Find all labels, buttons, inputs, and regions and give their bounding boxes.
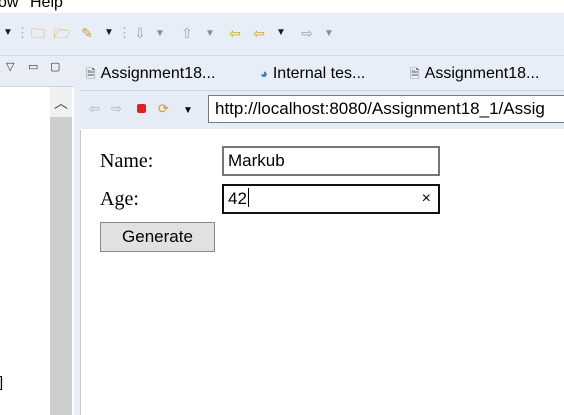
scroll-up-icon[interactable]: ︿ — [50, 87, 72, 117]
chevron-down-icon[interactable]: ▼ — [275, 25, 287, 41]
prev-annotation-icon[interactable]: ⇧ — [178, 25, 196, 41]
chevron-down-icon[interactable]: ▼ — [323, 26, 335, 42]
pin-icon[interactable]: ✎ — [78, 25, 96, 41]
maximize-icon[interactable]: ▢ — [50, 60, 60, 73]
generate-button[interactable]: Generate — [100, 222, 215, 252]
chevron-down-icon[interactable]: ▼ — [183, 103, 193, 119]
text-cursor — [247, 188, 249, 207]
age-value: 42 — [228, 189, 247, 208]
refresh-icon[interactable]: ⟳ — [158, 101, 169, 117]
tab-label: Internal tes... — [272, 65, 366, 82]
back-icon[interactable]: ⇦ — [89, 101, 100, 117]
globe-icon: ◕ — [260, 66, 268, 81]
url-field[interactable]: http://localhost:8080/Assignment18_1/Ass… — [208, 95, 564, 123]
chevron-down-icon[interactable]: ▼ — [2, 25, 14, 41]
menu-bar: ow Help — [0, 0, 564, 13]
tab-assignment18-file[interactable]: 🗎 Assignment18... — [410, 64, 539, 84]
view-menu-icon[interactable]: ▽ — [6, 60, 14, 73]
web-page: Name: Markub Age: 42 × Generate — [80, 130, 564, 415]
chevron-down-icon[interactable]: ▼ — [154, 26, 166, 42]
main-toolbar: ▼ ⋮ 🗀 🗁 ✎ ▼ ⋮ ⇩ ▼ ⇧ ▼ ⇦ ⇦ ▼ ⇨ ▼ — [0, 13, 564, 56]
tab-assignment18-file[interactable]: 🗎 Assignment18... — [86, 64, 215, 84]
tree-item-fragment: ] — [0, 374, 3, 391]
chevron-down-icon[interactable]: ▼ — [204, 26, 216, 42]
forward-icon[interactable]: ⇨ — [298, 25, 316, 41]
minimize-icon[interactable]: ▭ — [28, 60, 38, 73]
view-header: ▽ ▭ ▢ — [0, 56, 74, 87]
menu-help[interactable]: Help — [30, 0, 63, 12]
next-annotation-icon[interactable]: ⇩ — [131, 25, 149, 41]
toolbar-separator: ⋮ — [16, 25, 29, 40]
open-folder-icon[interactable]: 🗀 — [29, 25, 47, 41]
name-value: Markub — [228, 151, 285, 170]
clear-icon[interactable]: × — [422, 186, 431, 212]
tab-internal-browser[interactable]: ◕ Internal tes... — [260, 64, 365, 84]
file-icon: 🗎 — [410, 67, 420, 81]
age-field[interactable]: 42 × — [222, 184, 440, 214]
browser-toolbar: ⇦ ⇨ ⟳ ▼ http://localhost:8080/Assignment… — [80, 91, 564, 129]
menu-window[interactable]: ow — [0, 0, 18, 12]
chevron-down-icon[interactable]: ▼ — [103, 25, 115, 41]
tab-label: Assignment18... — [424, 65, 540, 82]
file-icon: 🗎 — [86, 67, 96, 81]
toolbar-separator: ⋮ — [118, 25, 131, 40]
stop-icon[interactable] — [137, 104, 146, 113]
folder-icon[interactable]: 🗁 — [53, 25, 71, 41]
vertical-scrollbar[interactable]: ︿ — [50, 87, 72, 415]
name-field[interactable]: Markub — [222, 146, 440, 176]
tab-label: Assignment18... — [100, 65, 216, 82]
last-edit-icon[interactable]: ⇦ — [225, 25, 245, 41]
back-icon[interactable]: ⇦ — [249, 25, 269, 41]
left-view: ▽ ▭ ▢ ︿ ] — [0, 56, 74, 415]
age-label: Age: — [100, 188, 139, 210]
name-label: Name: — [100, 150, 154, 172]
editor-tab-bar: 🗎 Assignment18... ◕ Internal tes... 🗎 Assig… — [80, 56, 564, 91]
forward-icon[interactable]: ⇨ — [111, 101, 122, 117]
